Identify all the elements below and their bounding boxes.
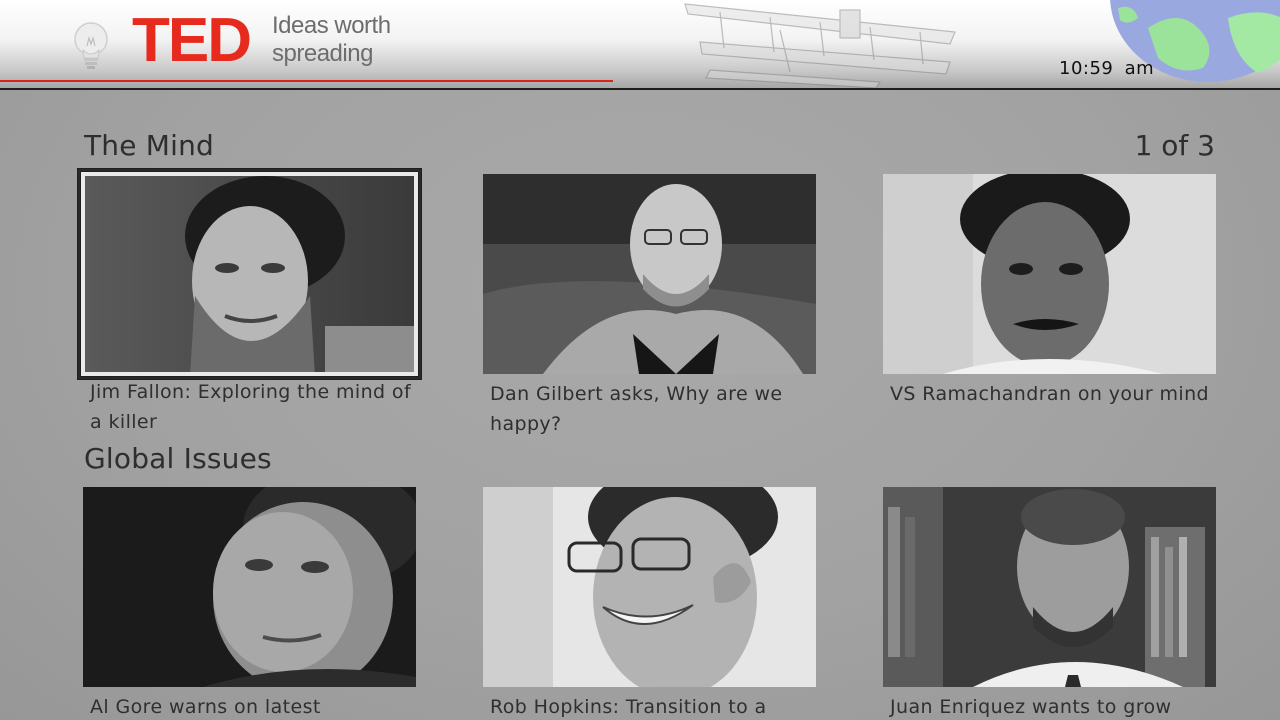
- section-title-the-mind: The Mind: [84, 129, 215, 162]
- speaker-photo: [483, 174, 816, 374]
- lightbulb-icon: [74, 22, 108, 69]
- talk-tile-jim-fallon[interactable]: Jim Fallon: Exploring the mind of a kill…: [78, 169, 421, 437]
- logo-tagline: Ideas worth spreading: [272, 12, 391, 68]
- speaker-photo: [883, 487, 1216, 687]
- talk-tile-vs-ramachandran[interactable]: VS Ramachandran on your mind: [883, 174, 1216, 409]
- clock-display: 10:59 am: [1059, 58, 1155, 79]
- talk-caption: Juan Enriquez wants to grow: [890, 696, 1172, 718]
- biplane-illustration: [684, 3, 956, 88]
- talk-caption: VS Ramachandran on your mind: [890, 383, 1210, 405]
- talk-caption: Al Gore warns on latest: [90, 696, 321, 718]
- talk-thumbnail: [83, 487, 416, 687]
- talk-tile-dan-gilbert[interactable]: Dan Gilbert asks, Why are we happy?: [483, 174, 816, 439]
- section-title-global-issues: Global Issues: [84, 442, 272, 475]
- speaker-photo: [483, 487, 816, 687]
- talk-caption: Jim Fallon: Exploring the mind of a kill…: [90, 381, 412, 433]
- talk-caption: Rob Hopkins: Transition to a: [490, 696, 767, 718]
- page-indicator: 1 of 3: [1134, 129, 1215, 162]
- speaker-photo: [85, 176, 414, 372]
- header-accent-line: [0, 80, 613, 82]
- tagline-line-2: spreading: [272, 40, 373, 67]
- speaker-photo: [83, 487, 416, 687]
- talk-thumbnail: [883, 174, 1216, 374]
- tagline-line-1: Ideas worth: [272, 12, 391, 39]
- header-divider: [0, 88, 1280, 90]
- speaker-photo: [883, 174, 1216, 374]
- ted-logo: TED: [132, 6, 252, 75]
- talk-tile-al-gore[interactable]: Al Gore warns on latest: [83, 487, 416, 720]
- ted-app-screen: TED Ideas worth spreading 10:59 am The M…: [0, 0, 1280, 720]
- talk-caption: Dan Gilbert asks, Why are we happy?: [490, 383, 783, 435]
- talk-thumbnail: [483, 487, 816, 687]
- talk-tile-rob-hopkins[interactable]: Rob Hopkins: Transition to a: [483, 487, 816, 720]
- talk-thumbnail: [78, 169, 421, 379]
- talk-thumbnail: [483, 174, 816, 374]
- talk-thumbnail: [883, 487, 1216, 687]
- talk-tile-juan-enriquez[interactable]: Juan Enriquez wants to grow: [883, 487, 1216, 720]
- app-header: TED Ideas worth spreading 10:59 am: [0, 0, 1280, 88]
